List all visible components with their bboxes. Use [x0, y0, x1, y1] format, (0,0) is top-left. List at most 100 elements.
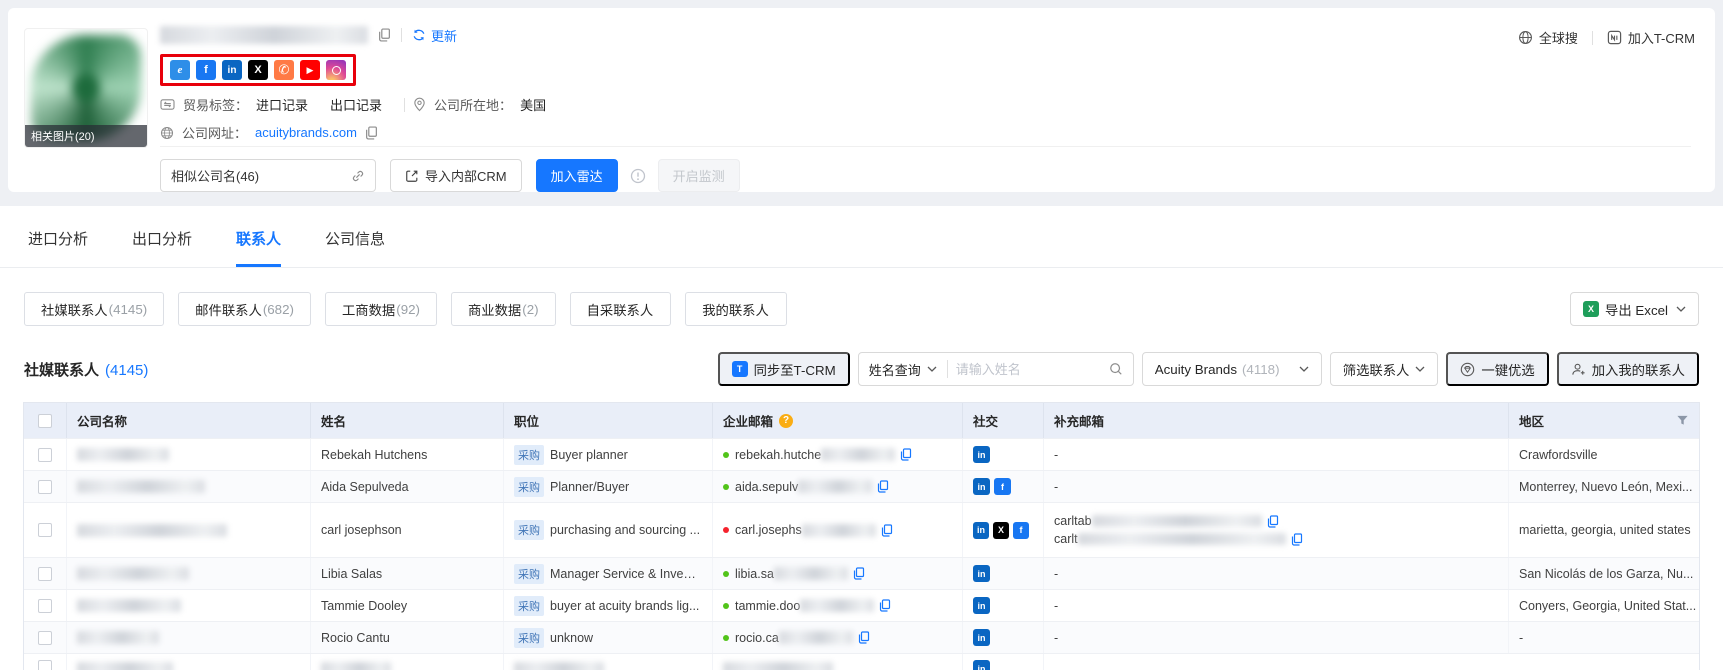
table-row-partial: in: [24, 653, 1699, 670]
company-filter-dropdown[interactable]: Acuity Brands (4118): [1142, 352, 1322, 386]
contact-filter-chip-1[interactable]: 邮件联系人(682): [178, 292, 311, 326]
x-icon[interactable]: X: [993, 522, 1009, 539]
company-logo[interactable]: 相关图片(20): [24, 28, 148, 148]
website-link[interactable]: acuitybrands.com: [255, 125, 357, 140]
trade-tags-label: 贸易标签：: [183, 95, 248, 114]
linkedin-icon[interactable]: in: [973, 478, 990, 495]
email-status-dot: [723, 484, 729, 490]
position-text: purchasing and sourcing ...: [550, 523, 700, 537]
row-checkbox[interactable]: [38, 523, 52, 537]
position-text: Buyer planner: [550, 448, 628, 462]
ie-icon[interactable]: e: [170, 60, 190, 80]
facebook-icon[interactable]: f: [1013, 522, 1029, 539]
row-checkbox[interactable]: [38, 631, 52, 645]
phone-icon[interactable]: ✆: [274, 60, 294, 80]
position-tag: 采购: [514, 564, 544, 584]
copy-icon[interactable]: [879, 599, 891, 612]
link-icon: [351, 169, 365, 183]
divider: [404, 98, 405, 112]
tab-1[interactable]: 出口分析: [132, 228, 192, 267]
linkedin-icon[interactable]: in: [973, 629, 990, 646]
youtube-icon[interactable]: ▶: [300, 60, 320, 80]
email-prefix: rebekah.hutche: [735, 448, 821, 462]
one-click-select-label: 一键优选: [1481, 360, 1534, 379]
position-tag: 采购: [514, 520, 544, 540]
position-text: unknow: [550, 631, 593, 645]
diamond-icon: [1460, 362, 1475, 377]
person-name: Aida Sepulveda: [321, 480, 409, 494]
copy-icon[interactable]: [1267, 515, 1279, 528]
import-internal-crm-button[interactable]: 导入内部CRM: [390, 159, 522, 192]
redacted-text: [77, 448, 169, 461]
copy-icon[interactable]: [853, 567, 865, 580]
tab-3[interactable]: 公司信息: [325, 228, 385, 267]
name-search-input[interactable]: [948, 362, 1099, 377]
contact-filter-chip-5[interactable]: 我的联系人: [685, 292, 787, 326]
contact-filter-chip-4[interactable]: 自采联系人: [570, 292, 672, 326]
redacted-text: [514, 662, 604, 670]
contact-filter-chip-3[interactable]: 商业数据(2): [451, 292, 556, 326]
one-click-select-button[interactable]: 一键优选: [1446, 352, 1548, 386]
redacted-text: [77, 599, 181, 612]
copy-icon[interactable]: [881, 524, 893, 537]
redacted-text: [77, 631, 159, 644]
join-tcrm-label: 加入T-CRM: [1628, 28, 1695, 47]
search-icon[interactable]: [1099, 362, 1133, 376]
refresh-button[interactable]: 更新: [412, 26, 457, 45]
company-name-cell: [67, 622, 311, 653]
linkedin-icon[interactable]: in: [973, 565, 990, 582]
export-excel-button[interactable]: X 导出 Excel: [1570, 292, 1699, 326]
trade-tag-export[interactable]: 出口记录: [330, 95, 382, 114]
global-search-button[interactable]: 全球搜: [1518, 28, 1578, 47]
copy-icon[interactable]: [1291, 533, 1303, 546]
company-name-cell: [67, 471, 311, 502]
tab-2[interactable]: 联系人: [236, 228, 281, 267]
excel-icon: X: [1583, 301, 1599, 317]
start-monitoring-button[interactable]: 开启监测: [658, 159, 740, 192]
facebook-icon[interactable]: f: [994, 478, 1011, 495]
add-radar-button[interactable]: 加入雷达: [536, 159, 618, 192]
row-checkbox[interactable]: [38, 567, 52, 581]
region-value: Conyers, Georgia, United Stat...: [1519, 599, 1696, 613]
select-all-checkbox[interactable]: [38, 414, 52, 428]
row-checkbox[interactable]: [38, 448, 52, 462]
contact-filter-chip-0[interactable]: 社媒联系人(4145): [24, 292, 164, 326]
facebook-icon[interactable]: f: [196, 60, 216, 80]
linkedin-icon[interactable]: in: [973, 522, 989, 539]
linkedin-icon[interactable]: in: [222, 60, 242, 80]
trade-tag-import[interactable]: 进口记录: [256, 95, 308, 114]
refresh-label: 更新: [431, 26, 457, 45]
redacted-text: [1078, 533, 1286, 545]
redacted-text: [77, 662, 173, 670]
contact-filter-chip-2[interactable]: 工商数据(92): [325, 292, 437, 326]
sync-tcrm-button[interactable]: T 同步至T-CRM: [718, 352, 850, 386]
row-checkbox[interactable]: [38, 599, 52, 613]
email-status-dot: [723, 571, 729, 577]
join-tcrm-button[interactable]: 加入T-CRM: [1607, 28, 1695, 47]
copy-icon[interactable]: [900, 448, 912, 461]
table-row: Rocio Cantu采购unknowrocio.cain--: [24, 621, 1699, 653]
name-query-dropdown[interactable]: 姓名查询: [859, 360, 947, 379]
region-value: San Nicolás de los Garza, Nu...: [1519, 567, 1693, 581]
redacted-text: [821, 448, 895, 461]
copy-icon[interactable]: [378, 28, 391, 42]
help-icon[interactable]: ?: [779, 414, 793, 428]
email-prefix: libia.sa: [735, 567, 774, 581]
row-checkbox[interactable]: [38, 480, 52, 494]
add-my-contacts-button[interactable]: 加入我的联系人: [1557, 352, 1699, 386]
x-icon[interactable]: X: [248, 60, 268, 80]
filter-contacts-dropdown[interactable]: 筛选联系人: [1330, 352, 1439, 386]
tab-0[interactable]: 进口分析: [28, 228, 88, 267]
copy-icon[interactable]: [365, 126, 378, 140]
copy-icon[interactable]: [858, 631, 870, 644]
info-icon[interactable]: [630, 168, 646, 184]
linkedin-icon[interactable]: in: [973, 660, 990, 670]
copy-icon[interactable]: [877, 480, 889, 493]
position-tag: 采购: [514, 477, 544, 497]
row-checkbox[interactable]: [38, 660, 52, 670]
similar-companies-selector[interactable]: 相似公司名(46): [160, 159, 376, 192]
linkedin-icon[interactable]: in: [973, 446, 990, 463]
instagram-icon[interactable]: [326, 60, 346, 80]
filter-funnel-icon[interactable]: [1676, 414, 1689, 427]
linkedin-icon[interactable]: in: [973, 597, 990, 614]
